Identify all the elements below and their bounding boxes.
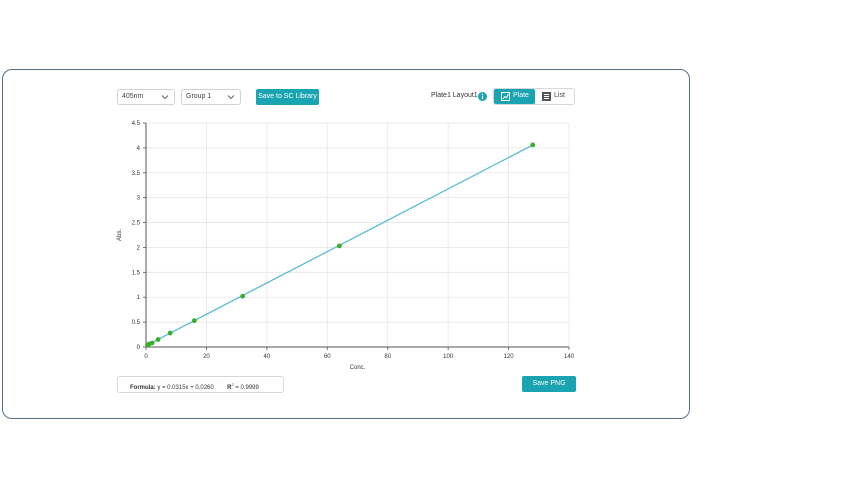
save-to-sc-library-button[interactable]: Save to SC Library: [256, 89, 319, 105]
r2-superscript: 2: [231, 382, 234, 387]
x-tick-label: 60: [324, 354, 331, 360]
view-toggle: Plate List: [493, 88, 575, 105]
r2-value: = 0.9999: [235, 385, 259, 391]
formula-value: y = 0.0315x + 0.0260: [157, 385, 214, 391]
y-axis-title: Abs.: [117, 229, 123, 241]
x-tick-label: 100: [443, 354, 454, 360]
standard-curve-chart: 0 0.5 1 1.5 2 2.5 3 3.5 4 4.5 0 20 40 60 80 100 120 140 Co…: [117, 121, 575, 371]
data-point: [167, 330, 173, 336]
x-tick-label: 80: [384, 354, 391, 360]
chart-icon: [501, 92, 510, 101]
x-tick-label: 20: [203, 354, 210, 360]
chevron-down-icon: [227, 95, 235, 100]
y-tick-label: 0: [137, 345, 141, 351]
wavelength-select[interactable]: 405nm: [117, 89, 175, 105]
y-tick-label: 3: [137, 196, 141, 202]
data-point: [149, 340, 155, 346]
x-tick-label: 0: [144, 354, 148, 360]
data-point: [336, 243, 342, 249]
plate-view-button[interactable]: Plate: [494, 89, 535, 104]
x-tick-label: 120: [504, 354, 515, 360]
x-tick-label: 140: [564, 354, 575, 360]
y-tick-label: 4: [137, 146, 141, 152]
standard-curve-panel: 405nm Group 1 Save to SC Library Plate1 …: [2, 69, 690, 419]
wavelength-select-value: 405nm: [122, 93, 144, 100]
y-tick-label: 4.5: [132, 121, 141, 127]
y-tick-label: 1: [137, 295, 141, 301]
y-tick-label: 0.5: [132, 320, 141, 326]
y-tick-label: 1.5: [132, 270, 141, 276]
list-icon: [542, 92, 551, 101]
x-tick-label: 40: [264, 354, 271, 360]
chevron-down-icon: [161, 95, 169, 100]
y-tick-label: 3.5: [132, 171, 141, 177]
y-tick-label: 2: [137, 245, 141, 251]
list-view-button[interactable]: List: [535, 89, 574, 104]
group-select[interactable]: Group 1: [181, 89, 241, 105]
group-select-value: Group 1: [186, 93, 212, 100]
x-axis-title: Conc.: [350, 365, 366, 371]
save-png-button[interactable]: Save PNG: [522, 376, 576, 392]
formula-label: Formula:: [130, 385, 156, 391]
data-point: [240, 293, 246, 299]
list-view-label: List: [554, 92, 565, 99]
info-icon[interactable]: [478, 92, 487, 101]
plate-view-label: Plate: [513, 92, 529, 99]
formula-box: Formula: y = 0.0315x + 0.0260 R2 = 0.999…: [117, 376, 284, 393]
y-tick-label: 2.5: [132, 221, 141, 227]
data-point: [155, 337, 161, 342]
data-point: [530, 142, 536, 148]
layout-label: Plate1 Layout1: [431, 92, 478, 99]
data-point: [191, 318, 197, 324]
